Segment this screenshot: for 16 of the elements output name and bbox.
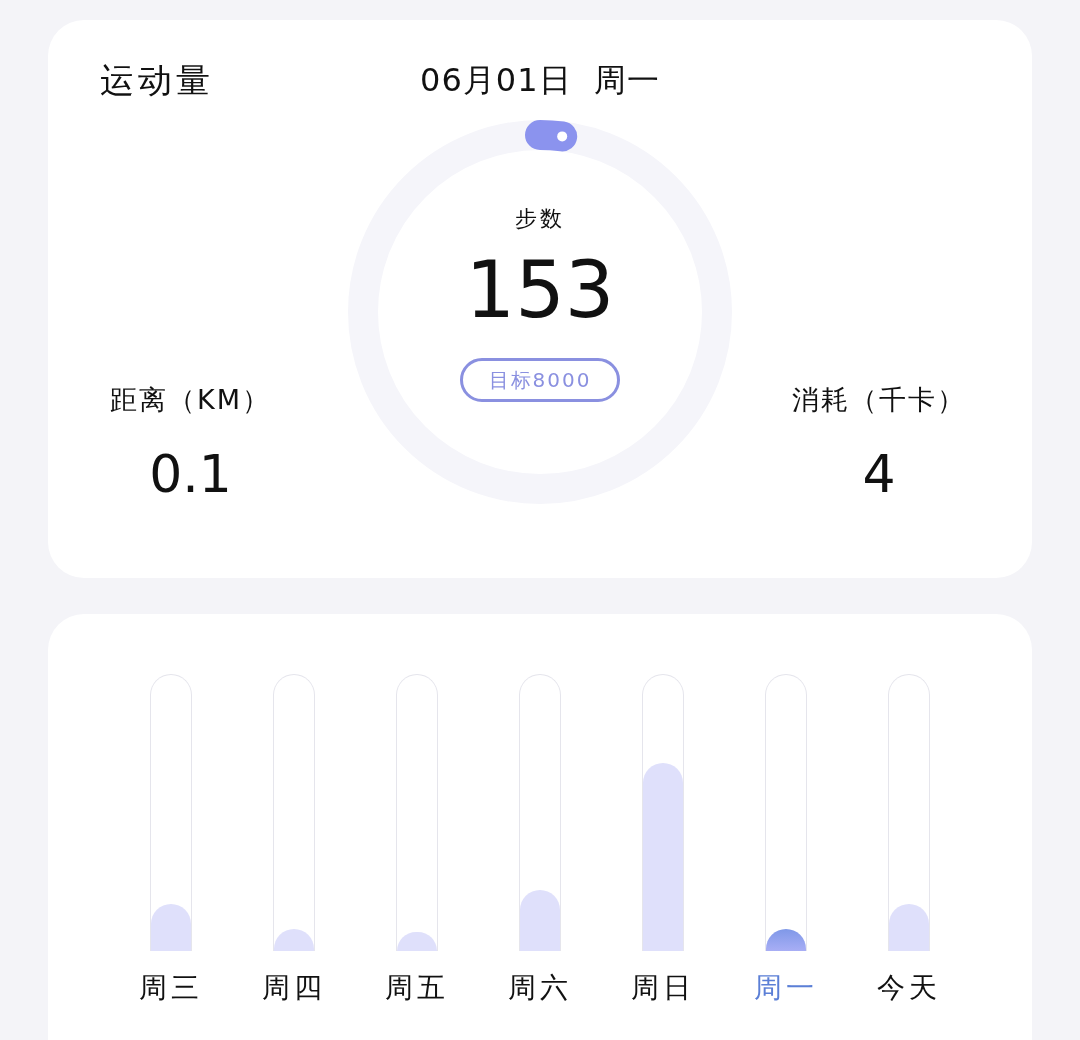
day-label[interactable]: 今天 — [877, 969, 941, 1007]
day-label[interactable]: 周五 — [385, 969, 449, 1007]
day-label[interactable]: 周六 — [508, 969, 572, 1007]
steps-value: 153 — [465, 244, 615, 337]
day-label[interactable]: 周一 — [754, 969, 818, 1007]
date-label: 06月01日 周一 — [420, 60, 660, 101]
goal-badge: 目标8000 — [460, 358, 620, 402]
stat-value: 0.1 — [149, 444, 232, 504]
steps-label: 步数 — [515, 205, 565, 233]
day-label[interactable]: 周四 — [262, 969, 326, 1007]
stat-label: 距离（KM） — [110, 383, 271, 417]
day-label[interactable]: 周日 — [631, 969, 695, 1007]
day-label[interactable]: 周三 — [139, 969, 203, 1007]
stat-value: 4 — [862, 444, 896, 504]
card-title: 运动量 — [100, 59, 215, 102]
stat-label: 消耗（千卡） — [792, 383, 966, 417]
